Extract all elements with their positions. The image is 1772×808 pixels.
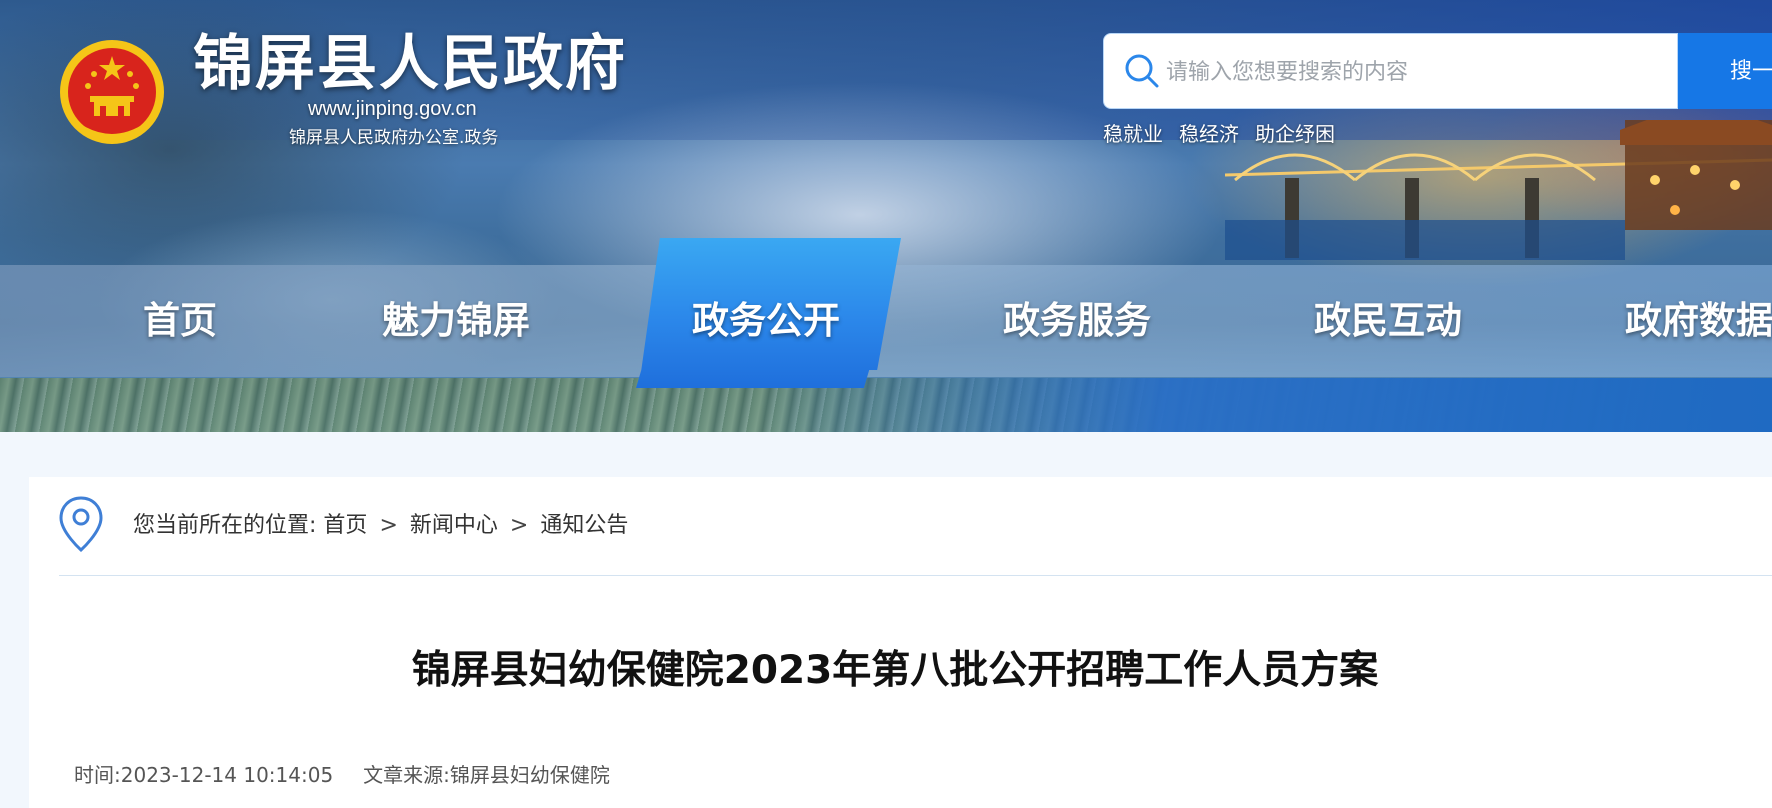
nav-item-government-services[interactable]: 政务服务	[1003, 287, 1151, 355]
site-org-label: 锦屏县人民政府办公室.政务	[289, 128, 499, 148]
nav-item-government-data[interactable]: 政府数据	[1625, 287, 1772, 355]
article-title: 锦屏县妇幼保健院2023年第八批公开招聘工作人员方案	[411, 648, 1379, 693]
source-label: 文章来源:	[363, 763, 450, 787]
search-button[interactable]: 搜一	[1678, 33, 1772, 109]
site-domain: www.jinping.gov.cn	[308, 98, 477, 120]
nav-item-government-affairs[interactable]: 政务公开	[692, 287, 840, 355]
time-label: 时间:	[74, 763, 121, 787]
location-pin-icon	[59, 496, 103, 553]
breadcrumb: 您当前所在的位置: 首页 > 新闻中心 > 通知公告	[133, 510, 628, 542]
nav-item-citizen-interaction[interactable]: 政民互动	[1314, 287, 1462, 355]
search-box	[1103, 33, 1678, 109]
breadcrumb-divider	[59, 575, 1772, 576]
national-emblem-icon[interactable]	[58, 36, 166, 148]
publish-time: 2023-12-14 10:14:05	[120, 763, 334, 787]
article-meta: 时间:2023-12-14 10:14:05 文章来源:锦屏县妇幼保健院	[74, 760, 610, 790]
nav-item-charm-jinping[interactable]: 魅力锦屏	[382, 287, 530, 355]
breadcrumb-home[interactable]: 首页	[323, 513, 367, 538]
site-title[interactable]: 锦屏县人民政府	[193, 22, 627, 106]
article-source: 锦屏县妇幼保健院	[449, 763, 610, 787]
breadcrumb-prefix: 您当前所在的位置:	[133, 513, 317, 538]
river-strip	[760, 378, 1772, 432]
quick-link-stabilize-economy[interactable]: 稳经济	[1179, 120, 1239, 148]
breadcrumb-separator: >	[509, 513, 529, 538]
quick-link-business-relief[interactable]: 助企纾困	[1255, 120, 1335, 148]
quick-links: 稳就业 稳经济 助企纾困	[1103, 120, 1351, 148]
quick-link-stabilize-employment[interactable]: 稳就业	[1103, 120, 1163, 148]
breadcrumb-separator: >	[379, 513, 398, 538]
nav-item-home[interactable]: 首页	[143, 287, 217, 355]
breadcrumb-notices[interactable]: 通知公告	[540, 513, 628, 538]
search-input[interactable]	[1164, 44, 1668, 100]
breadcrumb-news-center[interactable]: 新闻中心	[410, 513, 498, 538]
search-icon	[1125, 54, 1159, 88]
